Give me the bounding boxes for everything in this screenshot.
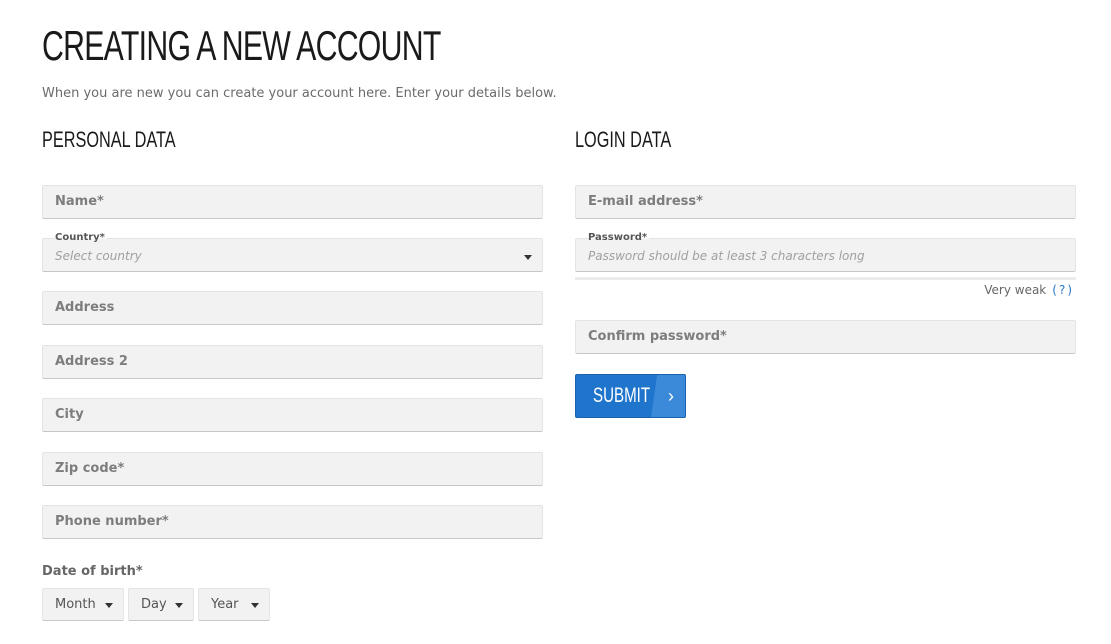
dob-month-select[interactable]: Month	[42, 588, 124, 621]
chevron-down-icon	[175, 603, 183, 608]
country-value: Select country	[55, 249, 142, 263]
email-placeholder: E-mail address*	[588, 194, 703, 209]
address2-placeholder: Address 2	[55, 354, 128, 369]
chevron-down-icon	[251, 603, 259, 608]
dob-day-value: Day	[141, 597, 167, 612]
phone-number-placeholder: Phone number*	[55, 514, 169, 529]
password-strength-bar	[575, 277, 1076, 280]
dob-year-select[interactable]: Year	[198, 588, 270, 621]
login-data-heading: LOGIN DATA	[575, 127, 672, 152]
dob-day-select[interactable]: Day	[128, 588, 194, 621]
dob-month-value: Month	[55, 597, 96, 612]
dob-year-value: Year	[211, 597, 239, 612]
submit-button[interactable]: SUBMIT ›	[575, 374, 686, 418]
intro-text: When you are new you can create your acc…	[42, 86, 557, 101]
confirm-password-placeholder: Confirm password*	[588, 329, 727, 344]
password-strength: Very weak (?)	[575, 283, 1074, 297]
address2-field[interactable]: Address 2	[42, 345, 543, 379]
password-strength-help-link[interactable]: (?)	[1052, 283, 1074, 297]
zip-code-field[interactable]: Zip code*	[42, 452, 543, 486]
password-field[interactable]: Password* Password should be at least 3 …	[575, 232, 1076, 272]
date-of-birth-label: Date of birth*	[42, 564, 143, 579]
city-field[interactable]: City	[42, 398, 543, 432]
country-select[interactable]: Country* Select country	[42, 232, 543, 272]
zip-code-placeholder: Zip code*	[55, 461, 125, 476]
confirm-password-field[interactable]: Confirm password*	[575, 320, 1076, 354]
submit-label: SUBMIT	[593, 384, 651, 407]
password-hint: Password should be at least 3 characters…	[588, 249, 865, 263]
name-placeholder: Name*	[55, 194, 104, 209]
chevron-right-icon: ›	[668, 386, 674, 406]
address-placeholder: Address	[55, 300, 115, 315]
email-field[interactable]: E-mail address*	[575, 185, 1076, 219]
city-placeholder: City	[55, 407, 84, 422]
address-field[interactable]: Address	[42, 291, 543, 325]
password-label: Password*	[588, 232, 650, 244]
name-field[interactable]: Name*	[42, 185, 543, 219]
country-label: Country*	[55, 232, 107, 244]
phone-number-field[interactable]: Phone number*	[42, 505, 543, 539]
page-title: CREATING A NEW ACCOUNT	[42, 22, 441, 69]
chevron-down-icon	[105, 603, 113, 608]
personal-data-heading: PERSONAL DATA	[42, 127, 176, 152]
chevron-down-icon	[524, 255, 532, 260]
password-strength-text: Very weak	[984, 283, 1047, 297]
